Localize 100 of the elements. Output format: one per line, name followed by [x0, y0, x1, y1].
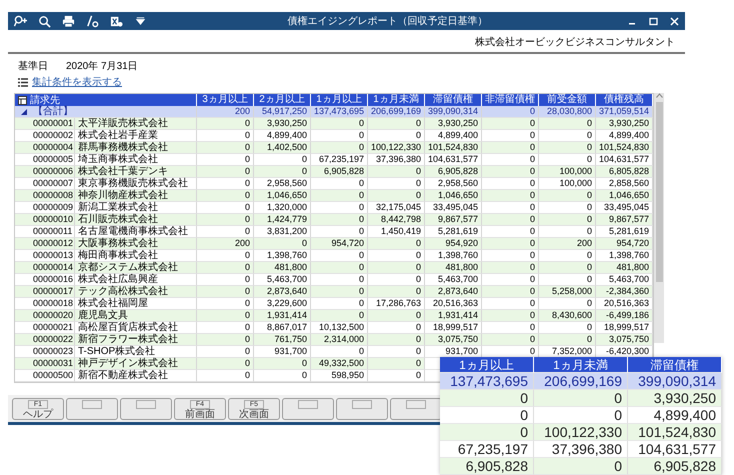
table-cell: 0 — [197, 346, 254, 358]
table-cell: 0 — [311, 118, 368, 130]
table-cell: 00000500 — [15, 370, 75, 382]
link[interactable]: 集計条件を表示する — [32, 75, 122, 89]
table-cell: 100,122,330 — [534, 424, 628, 441]
table-cell: 0 — [539, 322, 596, 334]
field-value: 2020年 7月31日 — [66, 60, 138, 73]
table-cell: 00000004 — [15, 142, 75, 154]
maximize-icon[interactable] — [649, 16, 658, 26]
table-cell: -6,499,186 — [596, 310, 653, 322]
table-cell: 00000007 — [15, 178, 75, 190]
table-cell: 2,958,560 — [254, 178, 311, 190]
table-cell: 20,516,363 — [425, 298, 482, 310]
table-cell: 0 — [254, 154, 311, 166]
column-header: 1ヵ月未満 — [534, 357, 628, 373]
table-cell: 0 — [197, 154, 254, 166]
table-cell: 0 — [311, 178, 368, 190]
table-cell: 0 — [482, 238, 539, 250]
table-cell: 3,229,600 — [254, 298, 311, 310]
column-header[interactable]: 3ヵ月以上 — [197, 94, 254, 106]
scroll-up-icon[interactable] — [656, 93, 662, 98]
column-header[interactable]: 2ヵ月以上 — [254, 94, 311, 106]
column-header: 滞留債権 — [628, 357, 722, 373]
column-header[interactable]: 1ヵ月以上 — [311, 94, 368, 106]
table-cell: 0 — [197, 142, 254, 154]
table-cell: 3,075,750 — [596, 334, 653, 346]
table-cell: 0 — [539, 118, 596, 130]
table-cell: 954,920 — [425, 238, 482, 250]
table-cell: 0 — [311, 214, 368, 226]
scrollbar-thumb[interactable] — [656, 102, 662, 282]
table-cell: 大阪事務株式会社 — [75, 238, 197, 250]
search-icon[interactable] — [38, 14, 51, 28]
caret-icon[interactable] — [134, 14, 147, 28]
table-cell: 00000022 — [15, 334, 75, 346]
field-label: 基準日 — [18, 60, 48, 73]
table-cell: 9,867,577 — [596, 214, 653, 226]
table-cell: 0 — [197, 322, 254, 334]
table-cell: 神奈川物産株式会社 — [75, 190, 197, 202]
table-cell: 0 — [254, 370, 311, 382]
column-header[interactable]: 債権残高 — [596, 94, 653, 106]
table-cell: 101,524,830 — [596, 142, 653, 154]
table-cell: 00000002 — [15, 130, 75, 142]
table-cell: 株式会社福岡屋 — [75, 298, 197, 310]
table-cell: 2,873,640 — [425, 286, 482, 298]
table-cell: 00000013 — [15, 250, 75, 262]
table-cell: 0 — [368, 346, 425, 358]
table-cell: 0 — [534, 458, 628, 475]
table-cell: 3,930,250 — [425, 118, 482, 130]
table-cell: 0 — [539, 298, 596, 310]
table-cell: 0 — [539, 130, 596, 142]
table-cell: 1,320,000 — [254, 202, 311, 214]
table-cell: 2,314,000 — [311, 334, 368, 346]
column-header[interactable]: 非滞留債権 — [482, 94, 539, 106]
table-cell: 481,800 — [425, 262, 482, 274]
table-cell: 0 — [482, 118, 539, 130]
table-cell: 399,090,314 — [628, 373, 722, 390]
table-cell: 6,905,828 — [440, 458, 534, 475]
table-cell: 00000008 — [15, 190, 75, 202]
close-icon[interactable] — [670, 16, 679, 26]
table-cell: 0 — [482, 274, 539, 286]
column-header[interactable]: 1ヵ月未満 — [368, 94, 425, 106]
expand-icon[interactable] — [21, 108, 27, 114]
table-cell: 0 — [539, 274, 596, 286]
table-cell: 0 — [254, 358, 311, 370]
printer-icon[interactable] — [62, 14, 75, 28]
pen-icon[interactable] — [86, 14, 99, 28]
table-cell: 0 — [197, 262, 254, 274]
table-cell: 0 — [539, 250, 596, 262]
column-header[interactable]: 前受金額 — [539, 94, 596, 106]
table-cell: 17,286,763 — [368, 298, 425, 310]
table-cell: 0 — [368, 286, 425, 298]
list-icon — [18, 78, 28, 86]
table-cell: 0 — [197, 130, 254, 142]
table-cell: 100,000 — [539, 178, 596, 190]
table-cell: 株式会社岩手産業 — [75, 130, 197, 142]
table-cell: 6,905,828 — [628, 458, 722, 475]
table-cell: 0 — [482, 154, 539, 166]
table-cell: 0 — [311, 250, 368, 262]
function-key[interactable] — [390, 398, 442, 420]
table-cell: 5,463,700 — [596, 274, 653, 286]
table-cell: 3,930,250 — [254, 118, 311, 130]
column-header[interactable]: 滞留債権 — [425, 94, 482, 106]
table-cell: 33,495,045 — [425, 202, 482, 214]
spreadsheet-icon[interactable] — [110, 14, 123, 28]
zoom-in-icon[interactable] — [14, 14, 27, 28]
table-cell: 0 — [368, 310, 425, 322]
table-cell: T-SHOP株式会社 — [75, 346, 197, 358]
table-cell: 0 — [311, 202, 368, 214]
table-cell: 20,516,363 — [596, 298, 653, 310]
table-cell: 1,046,650 — [596, 190, 653, 202]
table-cell: 0 — [368, 262, 425, 274]
table-cell: 0 — [311, 298, 368, 310]
table-cell: 137,473,695 — [440, 373, 534, 390]
table-cell: 0 — [539, 262, 596, 274]
table-cell: 00000018 — [15, 298, 75, 310]
table-cell: 0 — [197, 310, 254, 322]
table-cell: 1,424,779 — [254, 214, 311, 226]
table-cell: 00000005 — [15, 154, 75, 166]
table-cell: 8,442,798 — [368, 214, 425, 226]
table-cell: 0 — [197, 286, 254, 298]
